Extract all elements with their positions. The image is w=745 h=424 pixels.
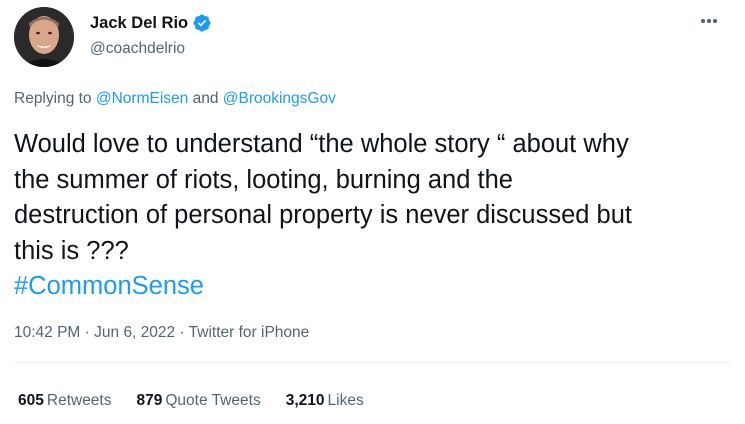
hashtag-link[interactable]: #CommonSense: [14, 269, 734, 305]
meta-separator: ·: [80, 324, 95, 341]
meta-separator: ·: [175, 324, 189, 341]
tweet-text-line: destruction of personal property is neve…: [14, 201, 633, 229]
reply-prefix: Replying to: [14, 90, 96, 107]
mention-link-brookingsgov[interactable]: @BrookingsGov: [223, 90, 336, 107]
avatar[interactable]: [14, 7, 74, 67]
avatar-image: [14, 7, 74, 67]
divider: [14, 362, 731, 363]
tweet-text-line: Would love to understand “the whole stor…: [14, 130, 629, 158]
mention-link-normeisen[interactable]: @NormEisen: [96, 90, 188, 107]
author-name-row: Jack Del Rio: [90, 13, 212, 33]
quote-tweets-label: Quote Tweets: [165, 392, 261, 409]
quote-tweets-count: 879: [136, 392, 163, 409]
likes-label: Likes: [327, 392, 364, 409]
tweet-time[interactable]: 10:42 PM: [14, 324, 80, 341]
verified-badge-icon: [192, 13, 212, 33]
retweets-count: 605: [18, 392, 44, 409]
tweet-text-line: this is ???: [14, 236, 129, 265]
retweets-stat[interactable]: 605 Retweets: [18, 392, 112, 410]
retweets-label: Retweets: [46, 392, 112, 409]
quote-tweets-stat[interactable]: 879 Quote Tweets: [137, 392, 261, 410]
tweet-text: Would love to understand “the whole stor…: [14, 127, 734, 305]
author-handle[interactable]: @coachdelrio: [90, 40, 185, 58]
reply-context: Replying to @NormEisen and @BrookingsGov: [14, 90, 336, 108]
tweet-metadata: 10:42 PM · Jun 6, 2022 · Twitter for iPh…: [14, 324, 309, 342]
tweet-text-line: the summer of riots, looting, burning an…: [14, 165, 513, 194]
tweet-card: Jack Del Rio @coachdelrio Replying to @N…: [0, 0, 745, 424]
likes-count: 3,210: [285, 392, 325, 409]
author-display-name[interactable]: Jack Del Rio: [90, 14, 188, 33]
more-options-icon[interactable]: [696, 10, 722, 32]
tweet-source[interactable]: Twitter for iPhone: [189, 324, 310, 341]
engagement-stats: 605 Retweets 879 Quote Tweets 3,210 Likes: [18, 392, 389, 410]
likes-stat[interactable]: 3,210 Likes: [286, 392, 364, 410]
reply-connector: and: [188, 90, 223, 107]
tweet-date[interactable]: Jun 6, 2022: [94, 324, 175, 341]
